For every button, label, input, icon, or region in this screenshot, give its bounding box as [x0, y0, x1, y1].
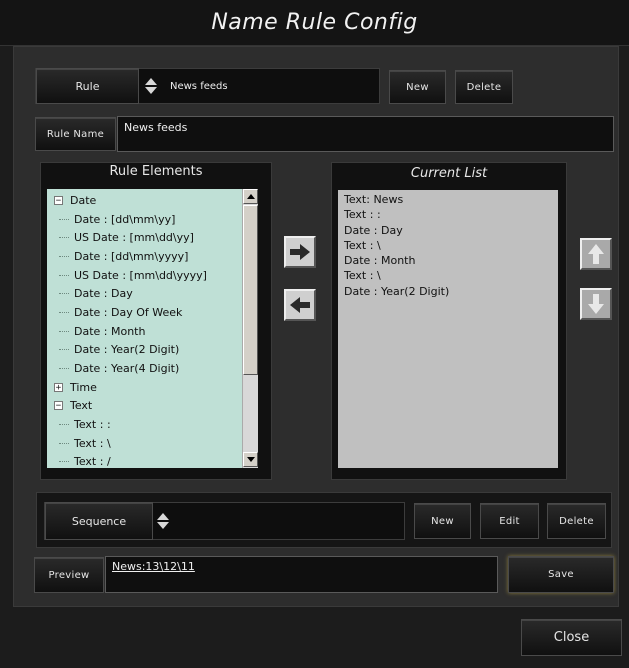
tree-connector [59, 368, 69, 370]
preview-field: News:13\12\11 [105, 556, 498, 593]
add-to-list-button[interactable] [284, 236, 316, 268]
list-item[interactable]: Date : Day [344, 223, 552, 238]
tree-item[interactable]: Date : Day Of Week [47, 303, 258, 322]
tree-group-node[interactable]: − Date [47, 191, 258, 210]
save-button[interactable]: Save [508, 556, 614, 593]
rule-elements-title: Rule Elements [109, 164, 203, 179]
spinner-down-icon[interactable] [157, 522, 169, 529]
tree-connector [59, 424, 69, 426]
tree-item[interactable]: Date : Day [47, 284, 258, 303]
tree-item-label: Text [70, 399, 93, 413]
spinner-down-icon[interactable] [145, 87, 157, 94]
preview-button[interactable]: Preview [34, 557, 104, 593]
tree-item-label: Text : : [74, 418, 111, 432]
tree-connector [59, 218, 69, 220]
move-down-button[interactable] [580, 288, 612, 320]
tree-item-label: Date [70, 193, 97, 207]
tree-scrollbar[interactable] [242, 189, 258, 468]
expand-icon[interactable]: + [54, 382, 63, 392]
tree-item-label: Time [70, 380, 97, 394]
sequence-selector[interactable]: Sequence [44, 502, 405, 540]
tree-connector [59, 442, 69, 444]
tree-item[interactable]: Date : [dd\mm\yy] [47, 210, 258, 229]
rule-selector[interactable]: Rule News feeds [35, 68, 380, 104]
tree-group-node[interactable]: − Text [47, 397, 258, 416]
collapse-icon[interactable]: − [54, 195, 63, 205]
tree-item-label: Text : \ [74, 436, 111, 450]
tree-connector [59, 461, 69, 463]
spinner-up-icon[interactable] [145, 78, 157, 85]
list-item[interactable]: Text: News [344, 192, 552, 207]
list-item[interactable]: Text : \ [344, 268, 552, 283]
tree-item-label: Date : Day Of Week [74, 305, 183, 319]
window-title: Name Rule Config [211, 10, 418, 35]
tree-item[interactable]: US Date : [mm\dd\yy] [47, 228, 258, 247]
tree-item-label: Date : Year(4 Digit) [74, 362, 180, 376]
tree-item[interactable]: US Date : [mm\dd\yyyy] [47, 266, 258, 285]
sequence-new-button[interactable]: New [414, 503, 471, 539]
sequence-delete-button[interactable]: Delete [547, 503, 606, 539]
tree-connector [59, 293, 69, 295]
list-item[interactable]: Date : Month [344, 253, 552, 268]
rule-selected-value: News feeds [170, 80, 228, 92]
arrow-down-icon [588, 294, 604, 314]
tree-item[interactable]: Text : : [47, 415, 258, 434]
rule-elements-tree[interactable]: − Date Date : [dd\mm\yy] US Date : [mm\dd\y… [47, 189, 258, 468]
rule-spinner[interactable] [144, 69, 158, 103]
tree-item-label: Date : [dd\mm\yy] [74, 212, 176, 226]
spinner-up-icon[interactable] [157, 513, 169, 520]
tree-item-label: Date : Year(2 Digit) [74, 343, 180, 357]
scroll-down-icon [246, 457, 255, 462]
tree-item[interactable]: Date : Month [47, 322, 258, 341]
tree-item-label: US Date : [mm\dd\yy] [74, 231, 194, 245]
tree-connector [59, 330, 69, 332]
sequence-spinner[interactable] [156, 503, 170, 539]
rule-name-button[interactable]: Rule Name [35, 117, 116, 151]
rule-delete-button[interactable]: Delete [455, 70, 513, 104]
tree-item-label: Date : [dd\mm\yyyy] [74, 249, 189, 263]
arrow-up-icon [588, 244, 604, 264]
tree-item[interactable]: Text : / [47, 453, 258, 468]
scroll-up-icon [246, 194, 255, 199]
tree-group-node[interactable]: + Time [47, 378, 258, 397]
current-list-title: Current List [410, 166, 488, 181]
tree-item-label: Date : Day [74, 287, 133, 301]
current-list[interactable]: Text: News Text : : Date : Day Text : \ Date… [338, 190, 558, 468]
tree-item-label: US Date : [mm\dd\yyyy] [74, 268, 207, 282]
rule-name-input[interactable]: News feeds [117, 116, 614, 152]
tree-item-label: Text : / [74, 455, 111, 468]
tree-item[interactable]: Date : [dd\mm\yyyy] [47, 247, 258, 266]
list-item[interactable]: Text : \ [344, 238, 552, 253]
move-up-button[interactable] [580, 238, 612, 270]
arrow-left-icon [290, 297, 310, 313]
scroll-down-button[interactable] [243, 452, 258, 467]
scroll-thumb[interactable] [243, 205, 258, 375]
tree-item[interactable]: Date : Year(2 Digit) [47, 341, 258, 360]
title-bar: Name Rule Config [0, 0, 629, 46]
tree-connector [59, 255, 69, 257]
collapse-icon[interactable]: − [54, 401, 63, 411]
tree-item[interactable]: Text : \ [47, 434, 258, 453]
arrow-right-icon [290, 244, 310, 260]
tree-connector [59, 274, 69, 276]
rule-button[interactable]: Rule [36, 68, 139, 104]
remove-from-list-button[interactable] [284, 289, 316, 321]
rule-new-button[interactable]: New [389, 70, 446, 104]
tree-connector [59, 311, 69, 313]
tree-item[interactable]: Date : Year(4 Digit) [47, 359, 258, 378]
tree-item-label: Date : Month [74, 324, 146, 338]
list-item[interactable]: Date : Year(2 Digit) [344, 284, 552, 299]
tree-connector [59, 237, 69, 239]
scroll-up-button[interactable] [243, 189, 258, 204]
tree-connector [59, 349, 69, 351]
sequence-edit-button[interactable]: Edit [480, 503, 539, 539]
close-button[interactable]: Close [521, 619, 622, 656]
sequence-button[interactable]: Sequence [45, 502, 153, 540]
list-item[interactable]: Text : : [344, 207, 552, 222]
